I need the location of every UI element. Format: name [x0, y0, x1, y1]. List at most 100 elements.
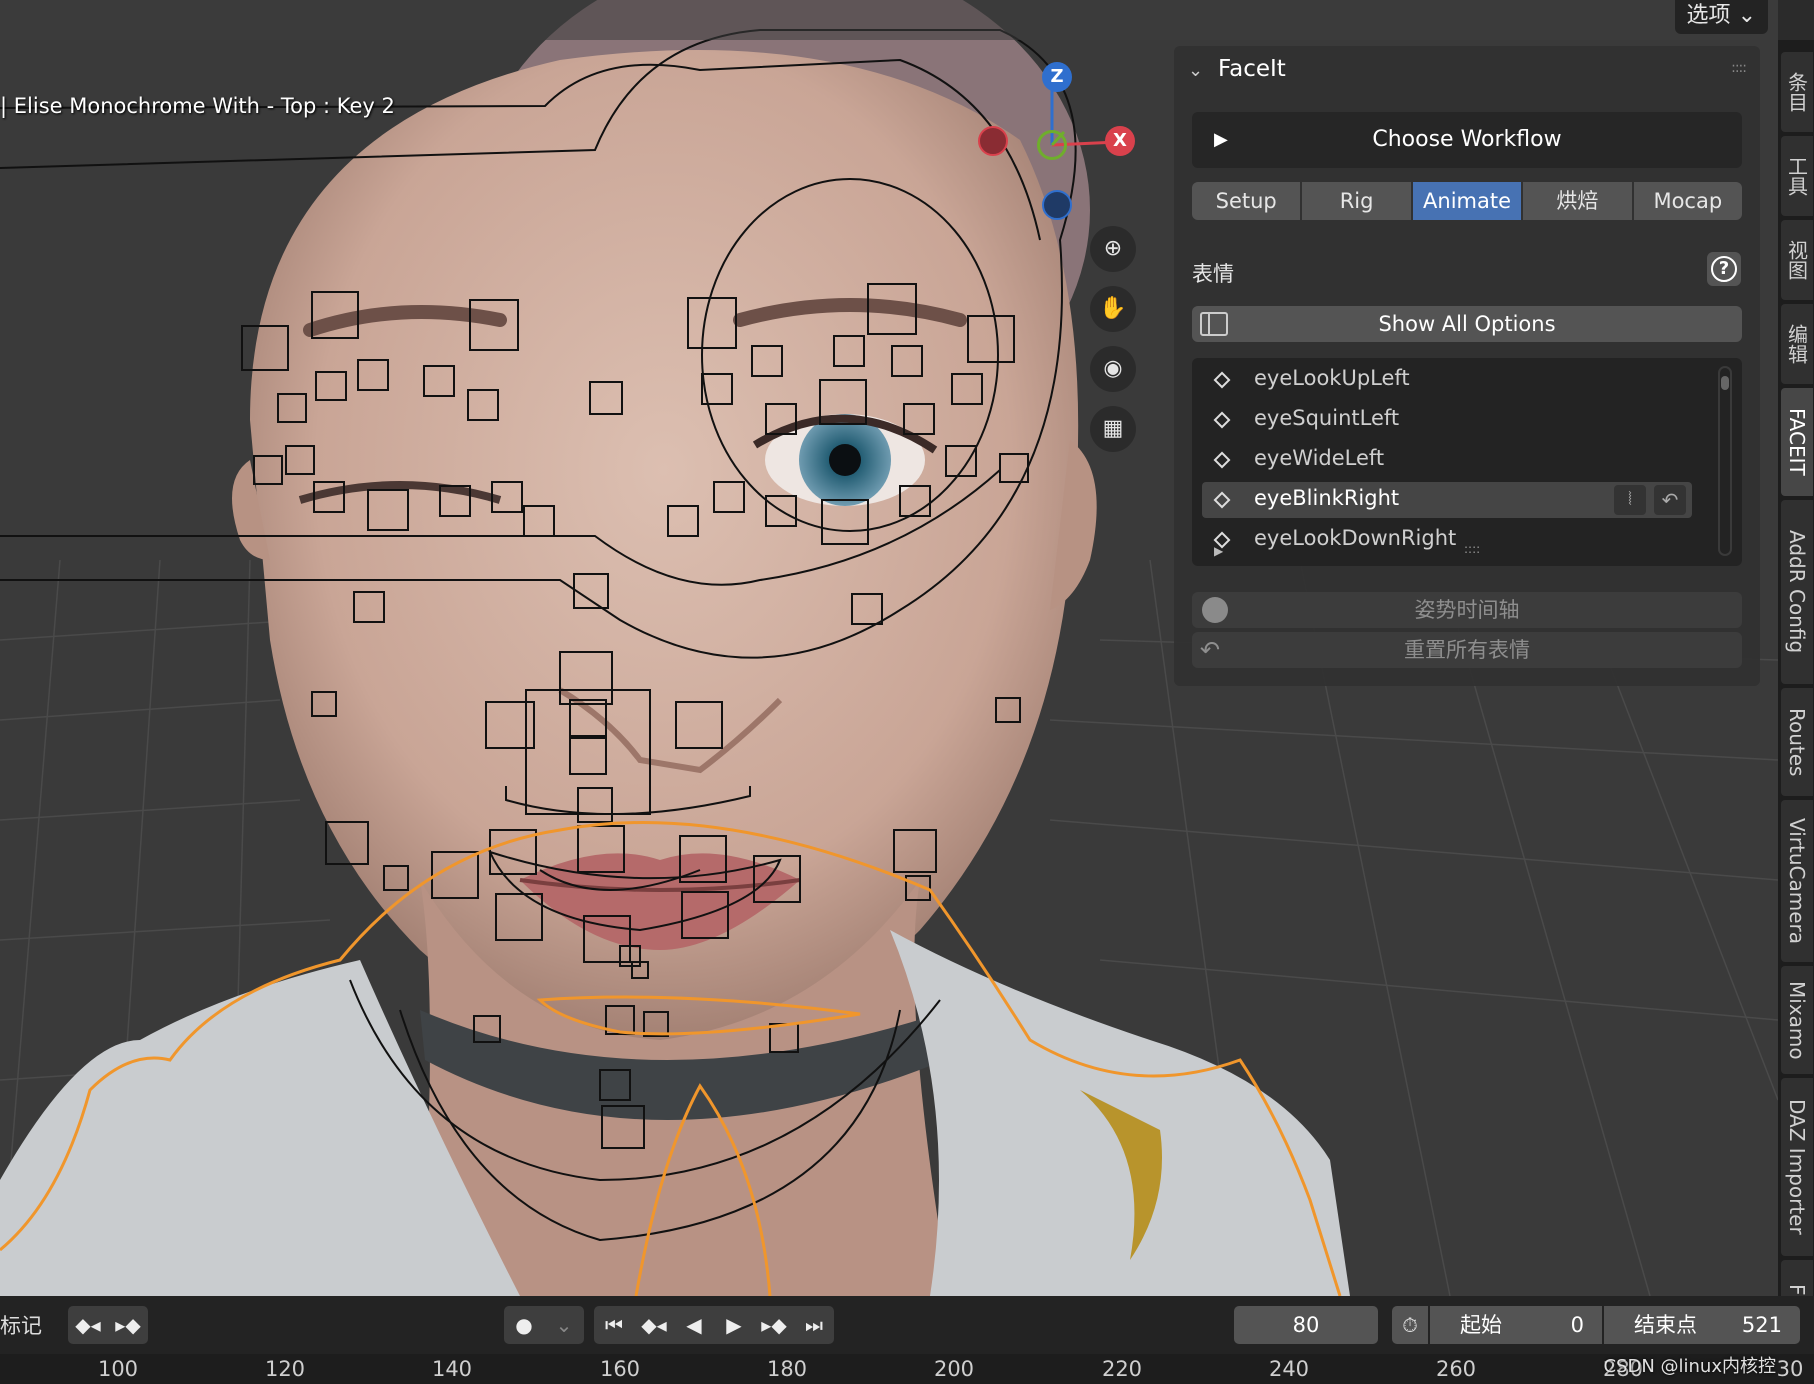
- end-frame-field[interactable]: 结束点 521: [1604, 1306, 1800, 1344]
- current-frame-field[interactable]: 80: [1234, 1306, 1378, 1344]
- help-icon-glyph: ?: [1711, 256, 1737, 282]
- pose-timeline-button[interactable]: 姿势时间轴: [1192, 592, 1742, 628]
- timeline-ruler[interactable]: 100 120 140 160 180 200 220 240 260 280 …: [0, 1354, 1814, 1384]
- play-reverse-icon[interactable]: ◀: [674, 1306, 714, 1344]
- scroll-thumb[interactable]: [1721, 376, 1729, 390]
- ruler-tick-label: 30: [1776, 1357, 1804, 1381]
- record-icon[interactable]: ●: [504, 1306, 544, 1344]
- gizmo-z-axis[interactable]: Z: [1042, 62, 1072, 92]
- sidebar-tab-faceit[interactable]: FACEIT: [1781, 388, 1813, 496]
- chevron-down-icon[interactable]: ⌄: [544, 1306, 584, 1344]
- keyframe-diamond-icon[interactable]: [1213, 411, 1231, 429]
- expression-label: eyeBlinkRight: [1254, 486, 1400, 510]
- ruler-tick-label: 160: [599, 1357, 641, 1381]
- sidebar-tab-f[interactable]: F: [1781, 1260, 1813, 1296]
- workflow-tabs: Setup Rig Animate 烘焙 Mocap: [1192, 182, 1743, 220]
- tab-mocap[interactable]: Mocap: [1633, 182, 1743, 220]
- keyframe-diamond-icon[interactable]: [1213, 491, 1231, 509]
- expression-label: eyeLookUpLeft: [1254, 366, 1410, 390]
- timeline-header: 标记 ◆◂ ▸◆ ● ⌄ ⏮ ◆◂ ◀ ▶ ▸◆ ⏭ 80 ⏱ 起始 0 结束点…: [0, 1296, 1814, 1354]
- mirror-icon[interactable]: ⦚: [1614, 485, 1646, 515]
- gizmo-neg-z-axis[interactable]: [1042, 190, 1072, 220]
- list-item-selected[interactable]: eyeBlinkRight ⦚ ↶: [1202, 482, 1692, 518]
- sidebar-tab-strip: 条目 工具 视图 编辑 FACEIT AddR Config Routes Vi…: [1778, 40, 1814, 1296]
- viewport-header: [0, 0, 1778, 40]
- undo-icon: ↶: [1200, 636, 1221, 664]
- sidebar-tab-view[interactable]: 视图: [1781, 220, 1813, 300]
- start-label: 起始: [1460, 1313, 1502, 1337]
- sidebar-tab-mixamo[interactable]: Mixamo: [1781, 966, 1813, 1074]
- grid-perspective-icon[interactable]: ▦: [1090, 406, 1136, 452]
- prev-key-icon[interactable]: ◆◂: [634, 1306, 674, 1344]
- expand-triangle-icon[interactable]: ▶: [1214, 544, 1223, 558]
- reset-all-expressions-button[interactable]: ↶ 重置所有表情: [1192, 632, 1742, 668]
- tab-bake[interactable]: 烘焙: [1523, 182, 1632, 220]
- gizmo-x-axis[interactable]: X: [1105, 126, 1135, 156]
- tab-rig[interactable]: Rig: [1302, 182, 1411, 220]
- ruler-tick-label: 200: [933, 1357, 975, 1381]
- jump-end-icon[interactable]: ⏭: [794, 1306, 834, 1344]
- play-icon: ▶: [1214, 129, 1228, 150]
- jump-start-icon[interactable]: ⏮: [594, 1306, 634, 1344]
- choose-workflow-button[interactable]: ▶ Choose Workflow: [1192, 112, 1742, 168]
- gizmo-y-axis[interactable]: [1037, 130, 1067, 160]
- collapse-chevron-icon[interactable]: ⌄: [1188, 60, 1203, 81]
- expression-list[interactable]: eyeLookUpLeft eyeSquintLeft eyeWideLeft …: [1192, 358, 1742, 566]
- sidebar-tab-virtucamera[interactable]: VirtuCamera: [1781, 800, 1813, 962]
- help-icon[interactable]: ?: [1707, 252, 1741, 286]
- sidebar-tab-daz-importer[interactable]: DAZ Importer: [1781, 1078, 1813, 1256]
- watermark-text: CSDN @linux内核控: [1603, 1356, 1776, 1377]
- show-all-options-button[interactable]: Show All Options: [1192, 306, 1742, 342]
- autokey-group: ● ⌄: [504, 1306, 584, 1344]
- panel-layout-icon: [1200, 312, 1228, 336]
- stopwatch-icon[interactable]: ⏱: [1392, 1306, 1428, 1344]
- list-item[interactable]: eyeLookUpLeft: [1202, 362, 1692, 398]
- end-label: 结束点: [1634, 1313, 1697, 1337]
- choose-workflow-label: Choose Workflow: [1372, 127, 1562, 152]
- sidebar-tab-tool[interactable]: 工具: [1781, 136, 1813, 216]
- pose-timeline-label: 姿势时间轴: [1414, 598, 1520, 622]
- faceit-panel: ⌄ FaceIt :::: ▶ Choose Workflow Setup Ri…: [1174, 46, 1760, 686]
- camera-icon[interactable]: ◉: [1090, 346, 1136, 392]
- sidebar-tab-item[interactable]: 条目: [1781, 52, 1813, 132]
- expression-label: eyeWideLeft: [1254, 446, 1385, 470]
- ruler-tick-label: 120: [264, 1357, 306, 1381]
- sidebar-tab-routes[interactable]: Routes: [1781, 688, 1813, 796]
- zoom-icon[interactable]: ⊕: [1090, 226, 1136, 272]
- next-keyframe-diamond-icon[interactable]: ▸◆: [108, 1306, 148, 1344]
- list-item[interactable]: eyeLookDownRight: [1202, 522, 1692, 552]
- start-frame-field[interactable]: 起始 0: [1430, 1306, 1602, 1344]
- keyframe-diamond-icon[interactable]: [1213, 451, 1231, 469]
- timeline-icon: [1202, 597, 1228, 623]
- ruler-tick-label: 140: [431, 1357, 473, 1381]
- active-object-label: | Elise Monochrome With - Top : Key 2: [0, 94, 395, 118]
- chevron-down-icon: ⌄: [1737, 3, 1756, 28]
- drag-grip-icon[interactable]: ::::: [1731, 60, 1747, 76]
- pan-hand-icon[interactable]: ✋: [1090, 286, 1136, 332]
- options-dropdown[interactable]: 选项 ⌄: [1674, 0, 1768, 34]
- reset-undo-icon[interactable]: ↶: [1654, 485, 1686, 515]
- list-resize-grip-icon[interactable]: ::::: [1464, 542, 1480, 556]
- ruler-tick-label: 260: [1435, 1357, 1477, 1381]
- sidebar-tab-edit[interactable]: 编辑: [1781, 304, 1813, 384]
- 3d-viewport[interactable]: 选项 ⌄ | Elise Monochrome With - Top : Key…: [0, 0, 1778, 1296]
- play-icon[interactable]: ▶: [714, 1306, 754, 1344]
- reset-all-expressions-label: 重置所有表情: [1404, 638, 1530, 662]
- expressions-section-label: 表情: [1192, 262, 1234, 286]
- keyframe-diamond-icon[interactable]: [1213, 371, 1231, 389]
- list-item[interactable]: eyeSquintLeft: [1202, 402, 1692, 438]
- tab-animate[interactable]: Animate: [1412, 182, 1522, 220]
- next-key-icon[interactable]: ▸◆: [754, 1306, 794, 1344]
- list-scrollbar[interactable]: [1718, 366, 1732, 556]
- options-label: 选项: [1686, 3, 1731, 28]
- prev-keyframe-diamond-icon[interactable]: ◆◂: [68, 1306, 108, 1344]
- sidebar-tab-addr-config[interactable]: AddR Config: [1781, 500, 1813, 684]
- start-value: 0: [1570, 1313, 1584, 1337]
- markers-menu[interactable]: 标记: [0, 1310, 42, 1340]
- list-item[interactable]: eyeWideLeft: [1202, 442, 1692, 478]
- show-all-options-label: Show All Options: [1378, 312, 1556, 336]
- end-value: 521: [1741, 1313, 1782, 1337]
- tab-setup[interactable]: Setup: [1192, 182, 1301, 220]
- gizmo-neg-x-axis[interactable]: [978, 126, 1008, 156]
- ruler-tick-label: 240: [1268, 1357, 1310, 1381]
